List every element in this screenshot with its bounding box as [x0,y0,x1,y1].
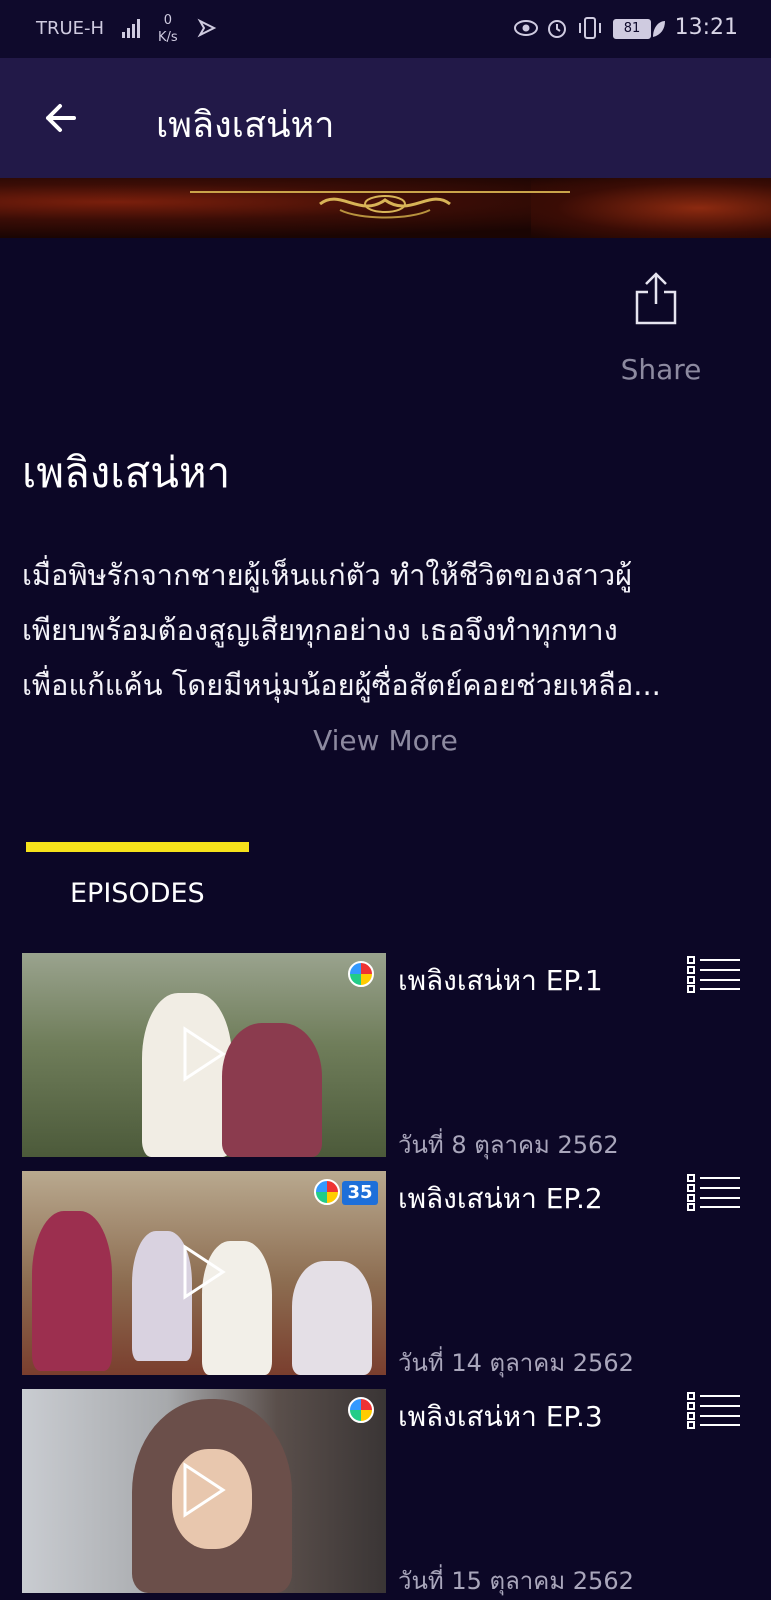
page-title: เพลิงเสน่หา [156,105,335,146]
tab-indicator [26,842,249,852]
episode-date: วันที่ 14 ตุลาคม 2562 [398,1349,634,1377]
thumbnail-figure [222,1023,322,1157]
data-speed: 0 K/s [158,12,178,46]
episode-list-menu-icon[interactable] [686,1391,742,1429]
arrow-left-icon [46,104,76,132]
channel-7-logo-icon [348,961,374,987]
app-bar: เพลิงเสน่หา [0,58,771,178]
banner-ornament [190,191,570,219]
share-label: Share [620,353,702,386]
episode-thumbnail[interactable]: 35 [22,1171,386,1375]
episode-list-menu-icon[interactable] [686,1173,742,1211]
synopsis: เมื่อพิษรักจากชายผู้เห็นแก่ตัว ทำให้ชีวิ… [22,548,752,713]
app-notification-icon [197,18,217,42]
synopsis-line: เพื่อแก้แค้น โดยมีหนุ่มน้อยผู้ซื่อสัตย์ค… [22,668,661,702]
episode-title: เพลิงเสน่หา EP.1 [398,964,603,997]
signal-icon [120,16,144,44]
thumbnail-figure [32,1211,112,1371]
episode-date: วันที่ 8 ตุลาคม 2562 [398,1131,619,1159]
alarm-icon [545,16,569,44]
clock-time: 13:21 [674,15,738,40]
synopsis-line: เมื่อพิษรักจากชายผู้เห็นแก่ตัว ทำให้ชีวิ… [22,558,633,592]
data-speed-value: 0 [163,13,172,28]
tab-episodes[interactable]: EPISODES [26,862,249,922]
share-button[interactable]: Share [606,270,716,390]
hero-banner-image [0,178,771,238]
synopsis-line: เพียบพร้อมต้องสูญเสียทุกอย่างง เธอจึงทำท… [22,613,618,647]
status-bar: TRUE-H 0 K/s 81 13:21 [0,0,771,58]
episode-item[interactable]: เพลิงเสน่หา EP.1 วันที่ 8 ตุลาคม 2562 [22,953,752,1159]
battery-icon: 81 [613,19,651,39]
episode-date: วันที่ 15 ตุลาคม 2562 [398,1567,634,1595]
carrier-label: TRUE-H [36,18,105,39]
episode-item[interactable]: เพลิงเสน่หา EP.3 วันที่ 15 ตุลาคม 2562 [22,1389,752,1595]
channel-7-logo-icon [314,1179,340,1205]
view-more-link[interactable]: View More [0,724,771,757]
vibrate-icon [577,16,603,44]
episode-title: เพลิงเสน่หา EP.2 [398,1182,603,1215]
play-icon [183,1462,226,1518]
show-title: เพลิงเสน่หา [22,448,231,497]
channel-7-logo-icon [348,1397,374,1423]
thumbnail-figure [292,1261,372,1375]
episode-title: เพลิงเสน่หา EP.3 [398,1400,603,1433]
episode-list-menu-icon[interactable] [686,955,742,993]
power-saving-leaf-icon [651,19,667,43]
play-icon [183,1244,226,1300]
share-icon [635,272,677,325]
episode-thumbnail[interactable] [22,953,386,1157]
channel-badge: 35 [342,1181,378,1205]
play-icon [183,1026,226,1082]
tab-episodes-label: EPISODES [70,878,205,909]
data-speed-unit: K/s [158,30,178,45]
episode-item[interactable]: 35 เพลิงเสน่หา EP.2 วันที่ 14 ตุลาคม 256… [22,1171,752,1377]
back-button[interactable] [30,88,90,148]
episode-thumbnail[interactable] [22,1389,386,1593]
eye-comfort-icon [513,18,539,42]
